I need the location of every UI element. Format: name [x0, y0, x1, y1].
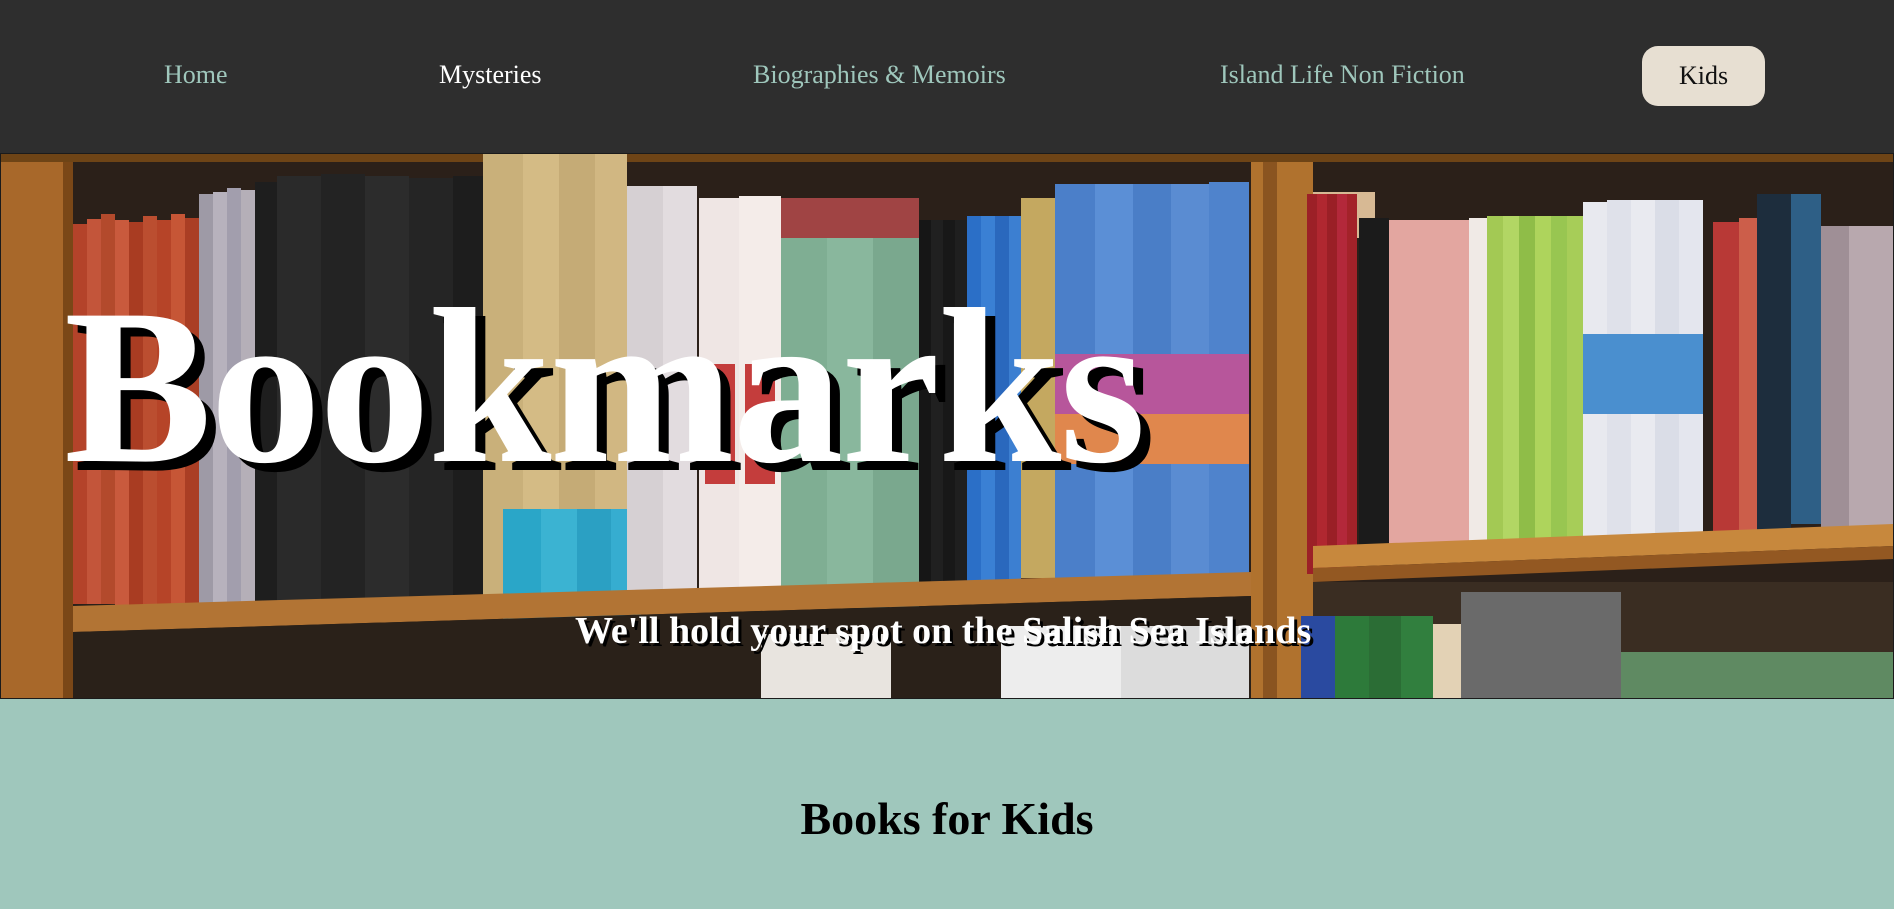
- hero-banner: Bookmarks We'll hold your spot on the Sa…: [0, 153, 1894, 699]
- nav-island-life-link[interactable]: Island Life Non Fiction: [1220, 60, 1465, 90]
- main-navigation: Home Mysteries Biographies & Memoirs Isl…: [0, 0, 1894, 153]
- section-heading: Books for Kids: [800, 793, 1094, 845]
- nav-home-link[interactable]: Home: [164, 60, 228, 90]
- hero-title: Bookmarks: [64, 264, 1146, 510]
- hero-subtitle: We'll hold your spot on the Salish Sea I…: [575, 610, 1312, 652]
- nav-kids-link[interactable]: Kids: [1642, 46, 1766, 106]
- nav-mysteries-link[interactable]: Mysteries: [439, 60, 542, 90]
- nav-biographies-memoirs-link[interactable]: Biographies & Memoirs: [753, 60, 1006, 90]
